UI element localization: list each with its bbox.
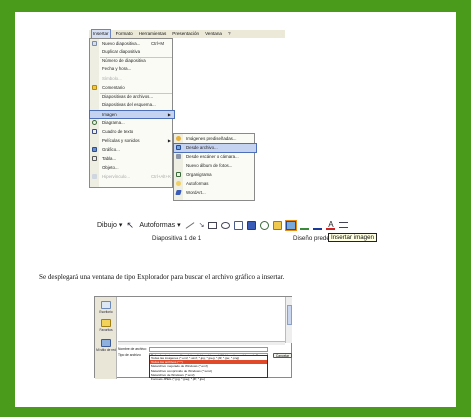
hyperlink-icon xyxy=(91,174,97,180)
submenu-item-photo-album[interactable]: Nuevo álbum de fotos... xyxy=(174,162,256,170)
menu-help[interactable]: ? xyxy=(228,30,231,38)
table-icon xyxy=(91,156,97,162)
menu-item-comment[interactable]: Comentario xyxy=(90,84,174,92)
oval-tool-icon[interactable] xyxy=(221,221,231,229)
rectangle-tool-icon[interactable] xyxy=(208,221,218,229)
filetype-option[interactable]: Formato JPEG (*.jpg; *.jpeg; *.jfif; *.j… xyxy=(150,377,267,381)
submenu-item-wordart[interactable]: WordArt... xyxy=(174,189,256,197)
submenu-item-org-chart[interactable]: Organigrama xyxy=(174,171,256,179)
insert-menu: Nuevo diapositiva... Ctrl+M Duplicar diap… xyxy=(89,38,175,188)
menu-ventana[interactable]: Ventana xyxy=(205,30,222,38)
filename-input[interactable] xyxy=(149,346,268,352)
network-icon xyxy=(101,339,111,347)
insert-picture-tooltip: Insertar imagen xyxy=(328,233,377,242)
vertical-scrollbar[interactable] xyxy=(285,297,292,343)
menu-insertar[interactable]: Insertar xyxy=(91,29,111,39)
menu-item-symbol[interactable]: Símbolo... xyxy=(90,75,174,83)
drawing-toolbar: Dibujo ▾ ↖ Autoformas ▾ ↘ A xyxy=(97,218,399,232)
drawing-toolbar-screenshot: Dibujo ▾ ↖ Autoformas ▾ ↘ A Diapositiva … xyxy=(97,218,399,248)
dropdown-arrow-icon: ▾ xyxy=(177,222,181,229)
insert-menu-screenshot: Insertar Formato Herramientas Presentaci… xyxy=(89,29,285,201)
picture-file-icon xyxy=(175,145,181,151)
menu-item-new-slide[interactable]: Nuevo diapositiva... Ctrl+M xyxy=(90,40,174,48)
filetype-label: Tipo de archivo: xyxy=(118,353,142,357)
diagram-icon xyxy=(91,120,97,126)
org-chart-icon xyxy=(175,172,181,178)
menu-item-table[interactable]: Tabla... xyxy=(90,155,174,163)
image-submenu: Imágenes prediseñadas... Desde archivo..… xyxy=(173,133,257,201)
submenu-item-scanner-camera[interactable]: Desde escáner o cámara... xyxy=(174,153,256,161)
wordart-icon xyxy=(174,190,182,196)
font-color-icon[interactable]: A xyxy=(326,220,336,230)
menu-herramientas[interactable]: Herramientas xyxy=(139,30,167,38)
line-color-icon[interactable] xyxy=(313,221,323,230)
text-box-tool-icon[interactable] xyxy=(234,220,244,230)
places-bar: Escritorio Favoritos Mi sitio de red xyxy=(95,297,117,379)
autoshapes-icon xyxy=(175,181,181,187)
select-objects-icon[interactable]: ↖ xyxy=(126,220,135,230)
submenu-item-clip-art[interactable]: Imágenes prediseñadas... xyxy=(174,135,256,143)
diagram-tool-icon[interactable] xyxy=(260,220,270,230)
menu-item-date-time[interactable]: Fecha y hora... xyxy=(90,65,174,73)
scrollbar-thumb[interactable] xyxy=(287,305,292,325)
menu-item-duplicate-slide[interactable]: Duplicar diapositiva xyxy=(90,48,174,56)
slide-status: Diapositiva 1 de 1 xyxy=(152,235,202,242)
scanner-icon xyxy=(175,154,181,160)
comment-icon xyxy=(91,85,97,91)
file-dialog-screenshot: Escritorio Favoritos Mi sitio de red Nom… xyxy=(94,296,292,381)
filename-label: Nombre de archivo: xyxy=(118,347,147,351)
chart-icon xyxy=(91,147,97,153)
clip-art-icon xyxy=(175,136,181,142)
place-network[interactable]: Mi sitio de red xyxy=(95,339,117,352)
menu-item-diagram[interactable]: Diagrama... xyxy=(90,119,174,127)
menu-item-movies-sounds[interactable]: Películas y sonidos ▶ xyxy=(90,137,174,145)
insert-picture-icon[interactable] xyxy=(285,219,298,231)
filetype-dropdown-list: Todas las imágenes (*.emf; *.wmf; *.jpg;… xyxy=(149,355,268,381)
horizontal-scrollbar[interactable] xyxy=(118,341,285,345)
cancel-button[interactable]: Cancelar xyxy=(273,352,292,358)
dropdown-arrow-icon: ▾ xyxy=(118,222,123,229)
submenu-item-autoshapes[interactable]: Autoformas xyxy=(174,180,256,188)
menu-item-hyperlink[interactable]: Hipervínculo... Ctrl+Alt+K xyxy=(90,173,174,181)
menu-presentacion[interactable]: Presentación xyxy=(172,30,199,38)
menu-item-chart[interactable]: Gráfico... xyxy=(90,146,174,154)
menu-item-text-box[interactable]: Cuadro de texto xyxy=(90,128,174,136)
submenu-arrow-icon: ▶ xyxy=(167,111,171,117)
place-desktop[interactable]: Escritorio xyxy=(95,301,117,314)
text-box-icon xyxy=(91,129,97,135)
autoshapes-menu-button[interactable]: Autoformas ▾ xyxy=(139,221,180,229)
menu-item-slides-from-outline[interactable]: Diapositivas del esquema... xyxy=(90,101,174,109)
line-style-icon[interactable] xyxy=(339,222,349,228)
menu-item-slides-from-files[interactable]: Diapositivas de archivos... xyxy=(90,93,174,101)
favorites-icon xyxy=(101,319,111,327)
wordart-tool-icon[interactable] xyxy=(247,220,257,230)
submenu-arrow-icon: ▶ xyxy=(167,138,171,143)
clip-art-tool-icon[interactable] xyxy=(273,220,283,230)
document-page: Insertar Formato Herramientas Presentaci… xyxy=(15,12,456,407)
new-slide-icon xyxy=(91,41,97,47)
menu-item-slide-number[interactable]: Número de diapositiva xyxy=(90,57,174,65)
arrow-tool-icon[interactable]: ↘ xyxy=(199,221,205,229)
place-favorites[interactable]: Favoritos xyxy=(95,319,117,332)
line-tool-icon[interactable] xyxy=(185,221,194,229)
menu-bar: Insertar Formato Herramientas Presentaci… xyxy=(89,29,285,39)
body-paragraph: Se desplegará una ventana de tipo Explor… xyxy=(39,273,285,281)
submenu-item-from-file[interactable]: Desde archivo... xyxy=(173,143,257,153)
draw-menu-button[interactable]: Dibujo ▾ xyxy=(97,221,122,229)
fill-color-icon[interactable] xyxy=(300,221,310,230)
menu-formato[interactable]: Formato xyxy=(116,30,133,38)
menu-item-imagen[interactable]: Imagen ▶ xyxy=(89,109,175,120)
menu-item-object[interactable]: Objeto... xyxy=(90,164,174,172)
desktop-icon xyxy=(101,301,111,309)
